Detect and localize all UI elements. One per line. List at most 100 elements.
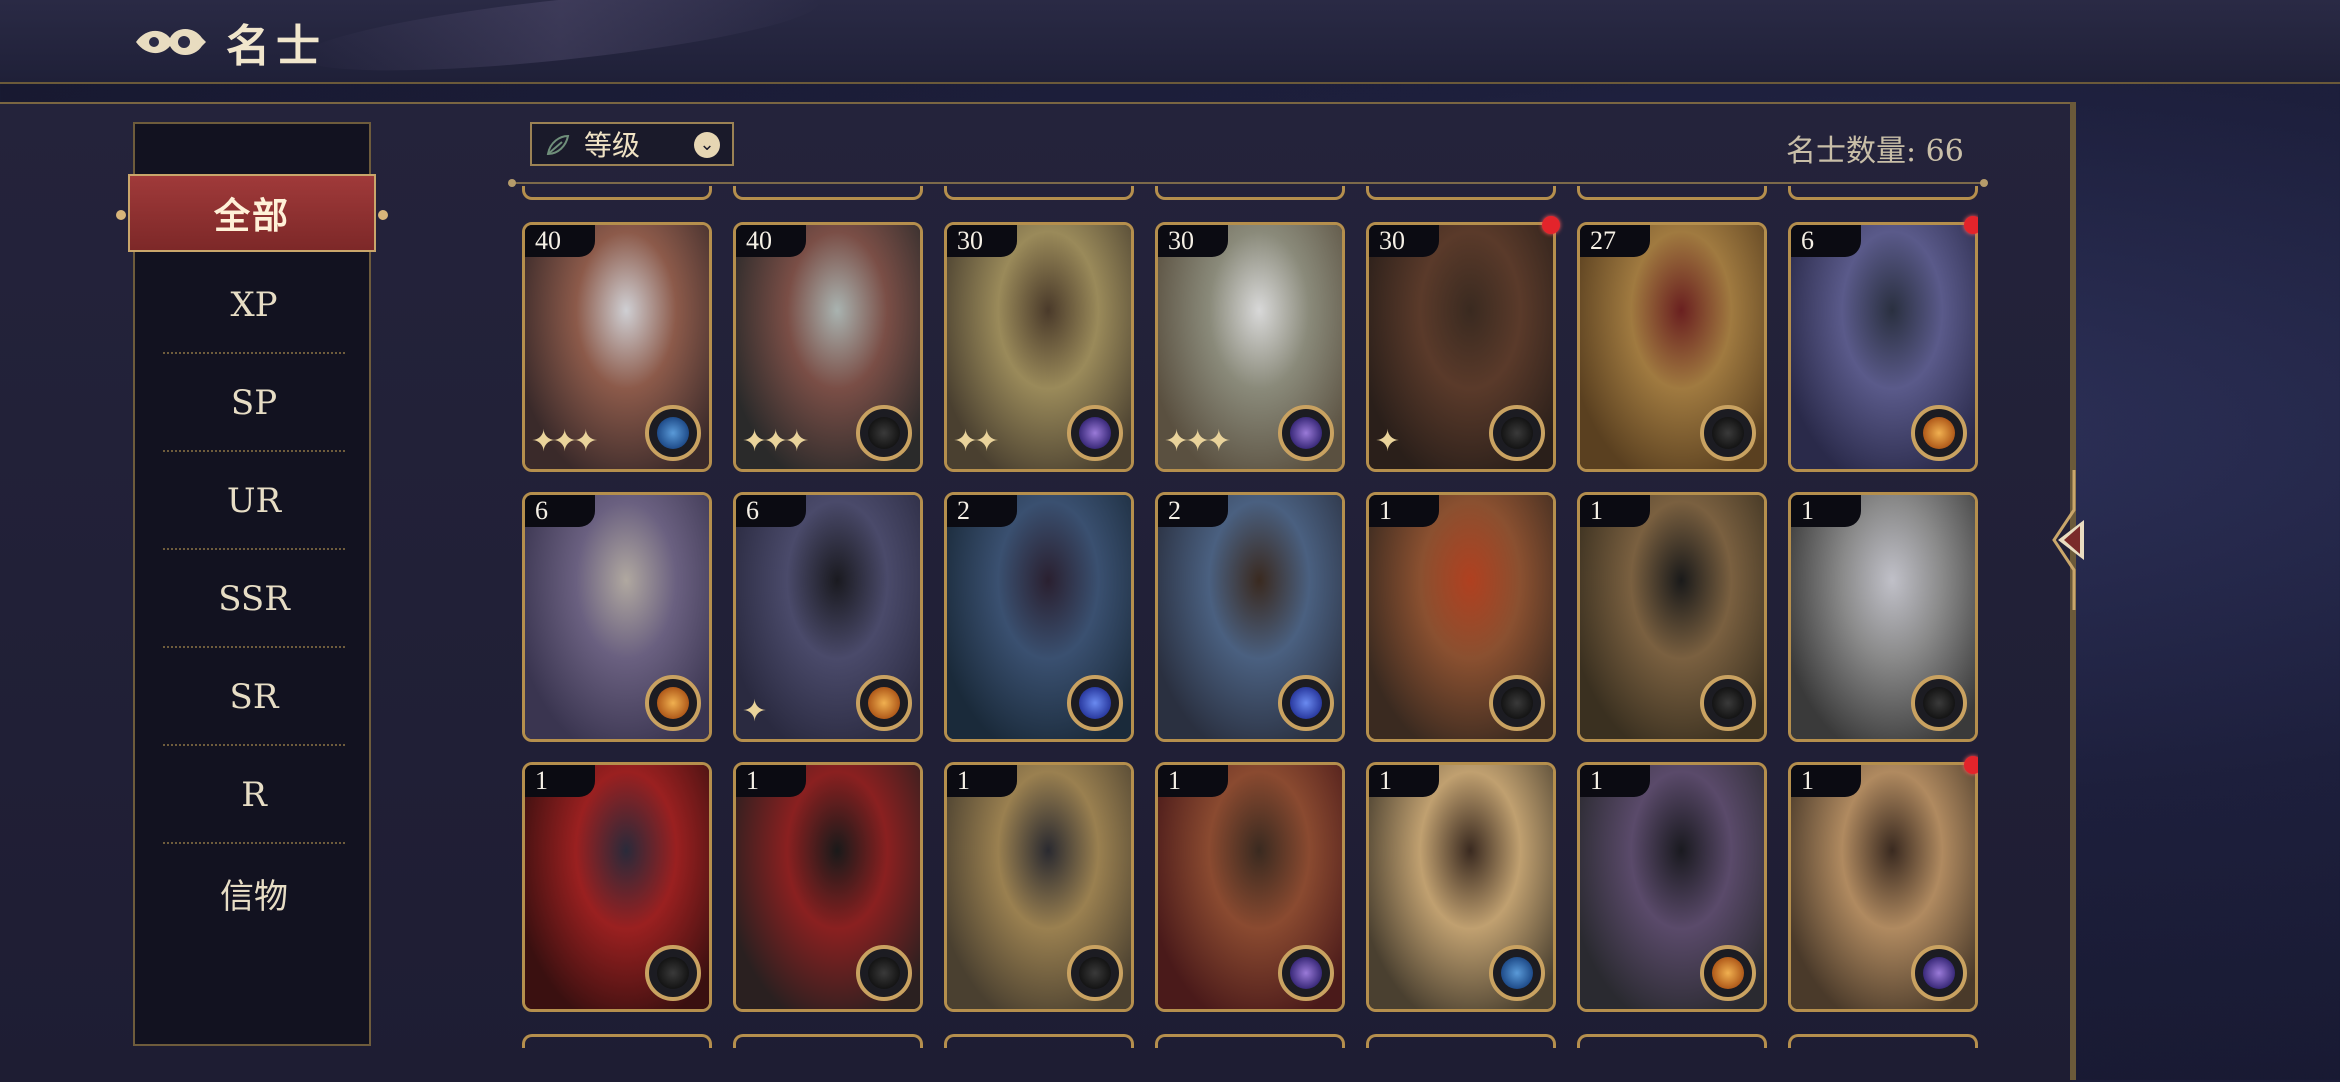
character-card[interactable]: 1 xyxy=(1366,492,1556,742)
ornament-dot xyxy=(378,210,388,220)
faction-emblem xyxy=(868,417,900,449)
purple-planet-icon xyxy=(1278,945,1334,1001)
character-card[interactable]: 1 xyxy=(1788,762,1978,1012)
character-card[interactable]: 1 xyxy=(733,762,923,1012)
back-cloud-icon[interactable] xyxy=(132,18,210,64)
notification-dot xyxy=(1964,216,1978,234)
sort-label: 等级 xyxy=(584,129,641,162)
faction-emblem xyxy=(657,417,689,449)
decorative-streak xyxy=(298,0,822,88)
character-grid: 40 ✦✦✦ 40 ✦✦✦ 30 ✦✦ 30 ✦✦✦ 30 ✦ 27 6 6 6 ✦ 2 2 1 1 1 1 1 1 1 1 1 1 xyxy=(518,186,1978,1048)
character-card-partial[interactable] xyxy=(1788,1034,1978,1048)
character-card-partial[interactable] xyxy=(733,1034,923,1048)
faction-emblem xyxy=(657,687,689,719)
sidebar-item-r[interactable]: R xyxy=(163,746,345,844)
ornament-dot xyxy=(116,210,126,220)
character-card[interactable]: 30 ✦✦✦ xyxy=(1155,222,1345,472)
blue-planet-icon xyxy=(1278,675,1334,731)
chevron-down-icon: ⌄ xyxy=(694,132,720,158)
faction-emblem xyxy=(1290,417,1322,449)
character-card[interactable]: 30 ✦ xyxy=(1366,222,1556,472)
faction-emblem xyxy=(1712,687,1744,719)
gold-compass-icon xyxy=(1067,945,1123,1001)
star-rank-icon: ✦ xyxy=(742,694,767,729)
character-card-partial[interactable] xyxy=(1577,186,1767,200)
gold-compass-icon xyxy=(1911,675,1967,731)
notification-dot xyxy=(1964,756,1978,774)
level-badge: 2 xyxy=(947,495,1017,527)
sidebar-item-xp[interactable]: XP xyxy=(163,256,345,354)
star-rank-icon: ✦✦✦ xyxy=(742,424,809,459)
level-badge: 30 xyxy=(947,225,1017,257)
character-card[interactable]: 1 xyxy=(1788,492,1978,742)
sidebar-item-sp[interactable]: SP xyxy=(163,354,345,452)
character-card[interactable]: 1 xyxy=(1366,762,1556,1012)
character-card-partial[interactable] xyxy=(1155,1034,1345,1048)
character-card-partial[interactable] xyxy=(1366,1034,1556,1048)
sidebar-item-sr[interactable]: SR xyxy=(163,648,345,746)
sidebar-item-ssr[interactable]: SSR xyxy=(163,550,345,648)
character-card-partial[interactable] xyxy=(1788,186,1978,200)
character-card[interactable]: 30 ✦✦ xyxy=(944,222,1134,472)
level-badge: 40 xyxy=(736,225,806,257)
character-card[interactable]: 6 xyxy=(1788,222,1978,472)
blue-compass-icon xyxy=(645,405,701,461)
orange-orb-icon xyxy=(1700,945,1756,1001)
faction-emblem xyxy=(1712,417,1744,449)
level-badge: 6 xyxy=(736,495,806,527)
faction-emblem xyxy=(1501,687,1533,719)
level-badge: 40 xyxy=(525,225,595,257)
character-card-partial[interactable] xyxy=(1155,186,1345,200)
character-card[interactable]: 1 xyxy=(522,762,712,1012)
blue-compass-icon xyxy=(1489,945,1545,1001)
character-card[interactable]: 40 ✦✦✦ xyxy=(522,222,712,472)
orange-orb-icon xyxy=(856,675,912,731)
character-card[interactable]: 27 xyxy=(1577,222,1767,472)
sort-dropdown[interactable]: 等级 ⌄ xyxy=(530,122,734,166)
character-card[interactable]: 2 xyxy=(1155,492,1345,742)
character-card-partial[interactable] xyxy=(944,1034,1134,1048)
character-card-partial[interactable] xyxy=(944,186,1134,200)
gold-compass-icon xyxy=(1700,675,1756,731)
character-card-partial[interactable] xyxy=(522,186,712,200)
faction-emblem xyxy=(1290,957,1322,989)
character-card[interactable]: 2 xyxy=(944,492,1134,742)
gold-compass-icon xyxy=(1489,405,1545,461)
faction-emblem xyxy=(657,957,689,989)
sidebar-item-all-label: 全部 xyxy=(213,195,290,237)
character-card[interactable]: 6 ✦ xyxy=(733,492,923,742)
character-card[interactable]: 1 xyxy=(1577,492,1767,742)
faction-emblem xyxy=(1501,417,1533,449)
sidebar-item-token[interactable]: 信物 xyxy=(163,844,345,942)
sidebar-item-ur[interactable]: UR xyxy=(163,452,345,550)
faction-emblem xyxy=(1290,687,1322,719)
character-card[interactable]: 1 xyxy=(1155,762,1345,1012)
collapse-arrow-icon[interactable] xyxy=(2044,470,2090,610)
hero-count: 名士数量: 66 xyxy=(1786,134,1964,169)
star-rank-icon: ✦✦✦ xyxy=(1164,424,1231,459)
blue-planet-icon xyxy=(1067,675,1123,731)
character-card-partial[interactable] xyxy=(1366,186,1556,200)
level-badge: 1 xyxy=(1791,495,1861,527)
star-rank-icon: ✦ xyxy=(1375,424,1400,459)
level-badge: 2 xyxy=(1158,495,1228,527)
faction-emblem xyxy=(868,957,900,989)
character-card-partial[interactable] xyxy=(1577,1034,1767,1048)
gold-compass-icon xyxy=(856,405,912,461)
character-card[interactable]: 6 xyxy=(522,492,712,742)
purple-planet-icon xyxy=(1067,405,1123,461)
faction-emblem xyxy=(1079,957,1111,989)
sidebar-item-all[interactable]: 全部 xyxy=(116,174,388,252)
level-badge: 30 xyxy=(1369,225,1439,257)
level-badge: 1 xyxy=(1369,765,1439,797)
faction-emblem xyxy=(868,687,900,719)
gold-compass-icon xyxy=(856,945,912,1001)
character-card[interactable]: 1 xyxy=(1577,762,1767,1012)
notification-dot xyxy=(1542,216,1560,234)
character-card-partial[interactable] xyxy=(522,1034,712,1048)
character-card-partial[interactable] xyxy=(733,186,923,200)
orange-orb-icon xyxy=(645,675,701,731)
character-card[interactable]: 40 ✦✦✦ xyxy=(733,222,923,472)
character-card[interactable]: 1 xyxy=(944,762,1134,1012)
orange-orb-icon xyxy=(1911,405,1967,461)
